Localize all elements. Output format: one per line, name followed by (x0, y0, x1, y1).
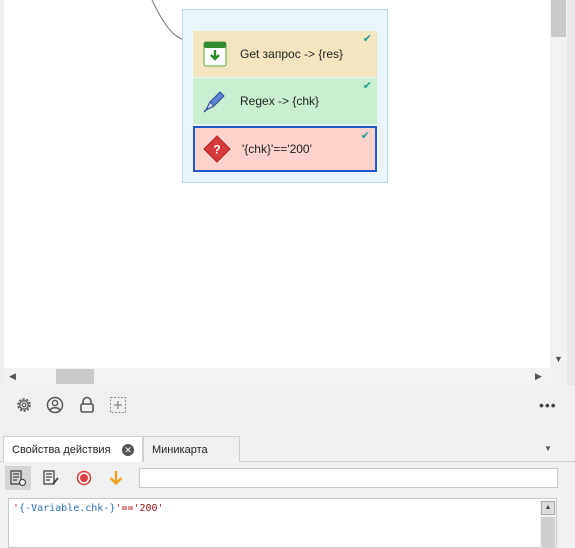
add-square-icon[interactable] (108, 395, 128, 415)
action-label: '{chk}'=='200' (242, 142, 312, 156)
action-label: Regex -> {chk} (240, 94, 320, 108)
action-group: Get запрос -> {res} ✔ Regex -> {chk} ✔ ? (182, 9, 388, 183)
canvas-horizontal-scrollbar[interactable]: ◀ ▶ (4, 368, 550, 385)
scroll-right-icon[interactable]: ▶ (535, 371, 542, 381)
arrow-down-icon[interactable] (103, 466, 129, 490)
canvas-vertical-scrollbar[interactable]: ▼ (550, 0, 567, 368)
tab-minimap[interactable]: Миникарта (143, 436, 240, 462)
close-icon[interactable]: ✕ (122, 444, 134, 456)
more-icon[interactable]: ••• (539, 395, 557, 415)
code-var-close: -} (103, 503, 116, 514)
check-icon: ✔ (362, 80, 372, 92)
edit-document-icon[interactable] (38, 466, 64, 490)
check-icon: ✔ (360, 130, 370, 142)
scroll-left-icon[interactable]: ◀ (9, 371, 16, 381)
scroll-up-icon[interactable]: ▲ (541, 501, 555, 515)
scroll-thumb[interactable] (56, 369, 94, 384)
action-regex[interactable]: Regex -> {chk} ✔ (193, 78, 377, 124)
pen-icon (201, 87, 229, 115)
action-label: Get запрос -> {res} (240, 47, 344, 61)
chevron-down-icon[interactable]: ▼ (544, 444, 552, 453)
search-input[interactable] (139, 468, 558, 488)
action-get-request[interactable]: Get запрос -> {res} ✔ (193, 31, 377, 77)
svg-text:?: ? (213, 143, 220, 157)
action-if-condition[interactable]: ? '{chk}'=='200' ✔ (193, 126, 377, 172)
scroll-thumb[interactable] (541, 517, 555, 548)
code-variable: Variable.chk (31, 503, 104, 514)
tab-label: Свойства действия (12, 443, 111, 456)
workflow-canvas[interactable]: Get запрос -> {res} ✔ Regex -> {chk} ✔ ? (4, 0, 550, 368)
code-var-open: {- (19, 503, 32, 514)
editor-toolbar (0, 462, 575, 494)
window-edge (567, 0, 575, 385)
record-icon[interactable] (71, 466, 97, 490)
question-diamond-icon: ? (203, 135, 231, 163)
canvas-toolbar: ••• (4, 385, 567, 425)
tab-action-properties[interactable]: Свойства действия ✕ (3, 436, 143, 462)
scroll-thumb[interactable] (551, 0, 566, 37)
check-icon: ✔ (362, 33, 372, 45)
code-editor[interactable]: '{-Variable.chk-}'=='200' (8, 498, 557, 548)
editor-scrollbar[interactable]: ▲ (540, 500, 556, 548)
download-icon (201, 40, 229, 68)
lock-icon[interactable] (77, 395, 97, 415)
properties-list-icon[interactable] (5, 466, 31, 490)
panel-tabs: Свойства действия ✕ Миникарта ▼ (0, 436, 575, 462)
code-rest: '=='200' (115, 503, 164, 514)
settings-gear-icon[interactable] (14, 395, 34, 415)
scroll-down-icon[interactable]: ▼ (554, 355, 563, 364)
tab-label: Миникарта (152, 443, 208, 456)
user-circle-icon[interactable] (45, 395, 65, 415)
